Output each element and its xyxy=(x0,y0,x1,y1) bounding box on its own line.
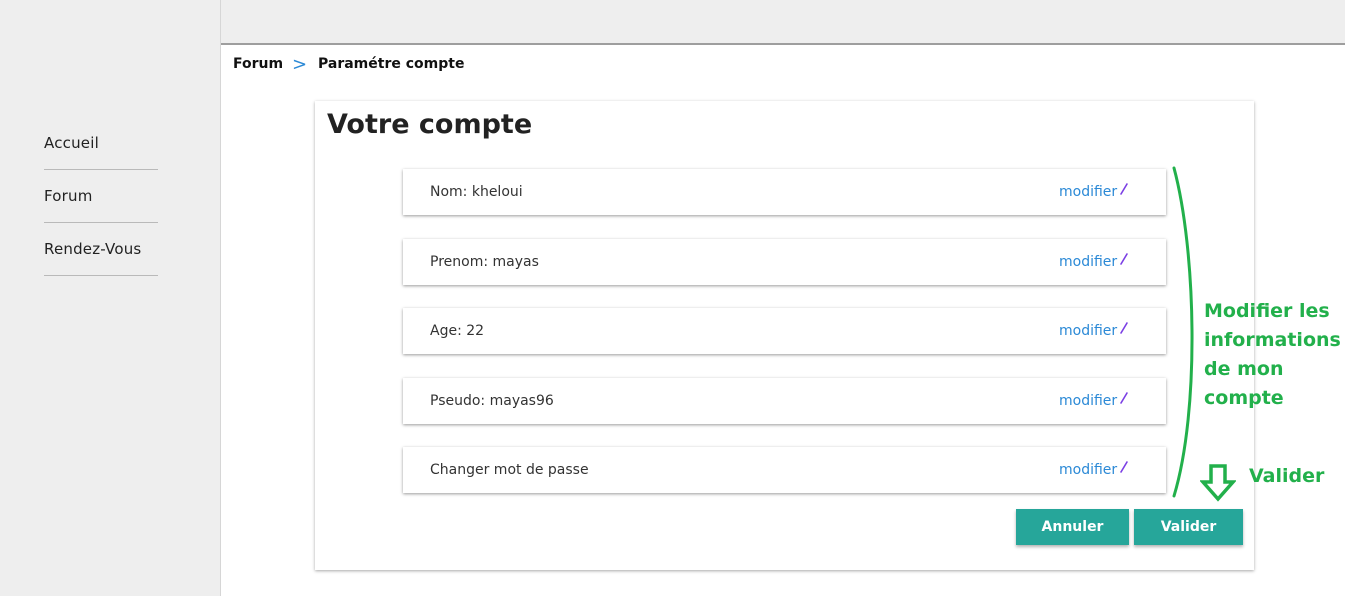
account-row-password: Changer mot de passe modifier xyxy=(403,447,1166,493)
sidebar: Accueil Forum Rendez-Vous xyxy=(0,0,221,596)
annotation-line: de mon xyxy=(1204,358,1284,380)
account-row-pseudo: Pseudo: mayas96 modifier xyxy=(403,378,1166,424)
sidebar-item-label: Forum xyxy=(44,187,93,205)
account-row-nom: Nom: kheloui modifier xyxy=(403,169,1166,215)
breadcrumb-current: Paramétre compte xyxy=(318,56,465,72)
row-label: Changer mot de passe xyxy=(430,462,589,478)
sidebar-item-accueil[interactable]: Accueil xyxy=(44,118,158,170)
sidebar-item-label: Rendez-Vous xyxy=(44,240,142,258)
pencil-icon[interactable] xyxy=(1118,181,1130,197)
pencil-icon[interactable] xyxy=(1118,320,1130,336)
account-row-prenom: Prenom: mayas modifier xyxy=(403,239,1166,285)
annotation-line: compte xyxy=(1204,387,1284,409)
annotation-bracket-text: Modifier les informations de mon compte xyxy=(1204,297,1341,413)
annotation-validate-text: Valider xyxy=(1249,465,1325,487)
annotation-line: informations xyxy=(1204,329,1341,351)
modify-link[interactable]: modifier xyxy=(1059,462,1117,478)
sidebar-item-forum[interactable]: Forum xyxy=(44,171,158,223)
modify-link[interactable]: modifier xyxy=(1059,184,1117,200)
row-label: Prenom: mayas xyxy=(430,254,539,270)
pencil-icon[interactable] xyxy=(1118,459,1130,475)
top-bar xyxy=(221,0,1345,45)
pencil-icon[interactable] xyxy=(1118,251,1130,267)
breadcrumb-separator: > xyxy=(292,54,308,75)
annotation-line: Modifier les xyxy=(1204,300,1330,322)
modify-link[interactable]: modifier xyxy=(1059,254,1117,270)
validate-button[interactable]: Valider xyxy=(1134,509,1243,545)
breadcrumb-forum[interactable]: Forum xyxy=(233,56,283,72)
row-label: Pseudo: mayas96 xyxy=(430,393,554,409)
row-label: Age: 22 xyxy=(430,323,485,339)
pencil-icon[interactable] xyxy=(1118,390,1130,406)
account-card: Votre compte Nom: kheloui modifier Preno… xyxy=(315,101,1254,570)
page-title: Votre compte xyxy=(327,109,533,140)
row-label: Nom: kheloui xyxy=(430,184,523,200)
cancel-button[interactable]: Annuler xyxy=(1016,509,1129,545)
sidebar-item-label: Accueil xyxy=(44,134,99,152)
sidebar-item-rendez-vous[interactable]: Rendez-Vous xyxy=(44,224,158,276)
down-arrow-icon xyxy=(1200,464,1236,502)
modify-link[interactable]: modifier xyxy=(1059,323,1117,339)
modify-link[interactable]: modifier xyxy=(1059,393,1117,409)
account-row-age: Age: 22 modifier xyxy=(403,308,1166,354)
